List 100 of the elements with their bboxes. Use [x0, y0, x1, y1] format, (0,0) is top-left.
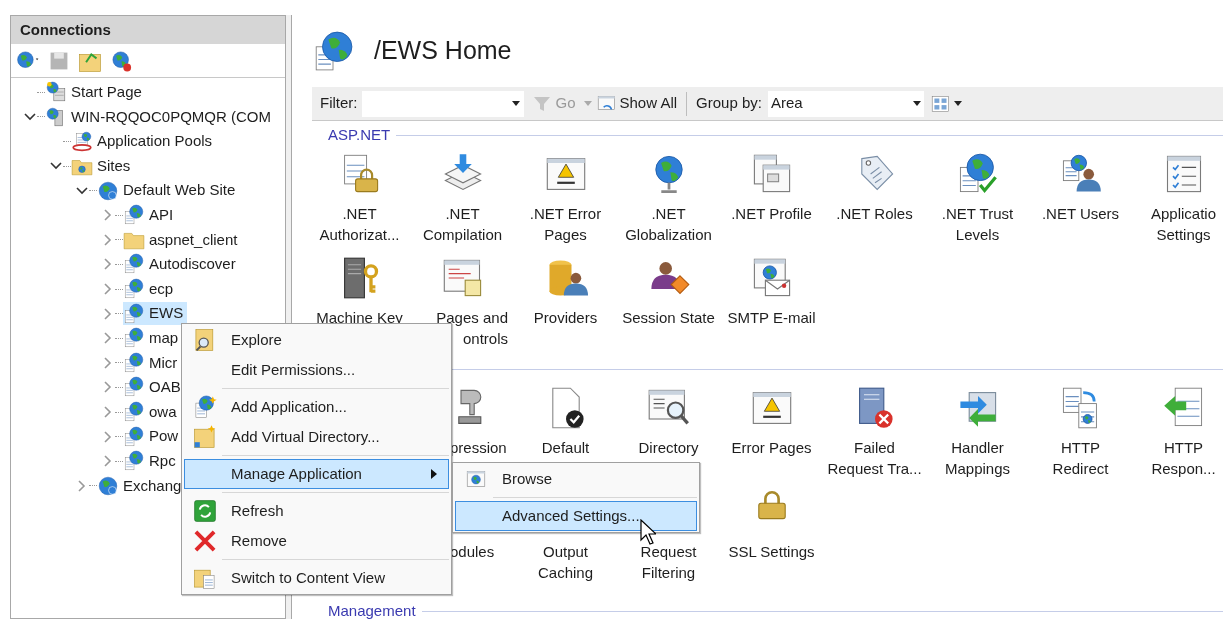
application-icon [123, 327, 145, 350]
application-icon [123, 204, 145, 227]
group-by-select[interactable]: Area [767, 90, 924, 117]
menu-item-label: Add Virtual Directory... [230, 426, 381, 447]
globe-document-icon [192, 394, 218, 420]
menu-item-label: Edit Permissions... [230, 359, 357, 380]
feature-label[interactable]: odules [450, 541, 495, 562]
feature-label[interactable]: HTTP Redirect [1052, 437, 1109, 479]
menu-item[interactable]: Remove [184, 526, 449, 556]
application-pool-icon [71, 130, 93, 153]
menu-item-label: Advanced Settings... [501, 505, 641, 526]
application-icon [123, 425, 145, 448]
tree-item[interactable]: WIN-RQQOC0PQMQR (COM [45, 105, 275, 129]
tree-item-label: aspnet_client [149, 229, 238, 250]
menu-item[interactable]: Add Virtual Directory... [184, 422, 449, 452]
feature-label[interactable]: Handler Mappings [944, 437, 1010, 479]
menu-item[interactable]: Manage Application [184, 459, 449, 489]
application-icon [123, 278, 145, 301]
remove-icon [192, 528, 218, 554]
start-page-icon [45, 81, 67, 104]
tree-item[interactable]: ecp [123, 277, 178, 301]
dropdown-caret-icon [912, 101, 921, 106]
tree-item-label: Micr [149, 352, 178, 373]
application-icon [123, 302, 145, 325]
page-title: /EWS Home [374, 35, 512, 67]
tree-item[interactable]: Exchang [97, 474, 186, 498]
globe-icon [97, 474, 119, 497]
tree-item[interactable]: aspnet_client [123, 228, 242, 252]
tree-item[interactable]: Rpc [123, 449, 180, 473]
feature-label[interactable]: SMTP E-mail [727, 307, 816, 328]
filter-label: Filter: [319, 93, 359, 114]
globe-icon [97, 179, 119, 202]
tree-item-label: Exchang [123, 475, 182, 496]
tree-item-label: Start Page [71, 82, 142, 103]
application-icon [123, 376, 145, 399]
feature-label[interactable]: Failed Request Tra... [827, 437, 922, 479]
feature-label[interactable]: .NET Profile [731, 203, 812, 224]
tree-item[interactable]: Micr [123, 351, 182, 375]
menu-item[interactable]: Advanced Settings... [455, 501, 697, 531]
dropdown-caret-icon [511, 101, 520, 106]
menu-item-label: Manage Application [230, 463, 363, 484]
feature-label[interactable]: .NET Users [1041, 203, 1120, 224]
tree-item-label: Rpc [149, 450, 176, 471]
browser-globe-icon [465, 468, 487, 490]
group-by-label: Group by: [696, 93, 763, 114]
menu-item[interactable]: Add Application... [184, 392, 449, 422]
tree-item[interactable]: API [123, 204, 178, 227]
application-icon [123, 351, 145, 374]
feature-label[interactable]: Session State [622, 307, 715, 328]
tree-item[interactable]: OAB [123, 376, 185, 399]
feature-label[interactable]: .NET Globalization [625, 203, 712, 245]
feature-label[interactable]: SSL Settings [728, 541, 815, 562]
feature-label[interactable]: Error Pages [731, 437, 812, 458]
menu-item-label: Refresh [230, 500, 285, 521]
feature-label[interactable]: Providers [533, 307, 598, 328]
menu-item-label: Browse [501, 468, 554, 489]
tree-item[interactable]: owa [123, 400, 181, 424]
tree-item-label: Sites [97, 155, 131, 176]
tree-item[interactable]: Application Pools [71, 130, 217, 153]
tree-item[interactable]: Start Page [45, 81, 146, 104]
feature-label[interactable]: .NET Roles [836, 203, 913, 224]
menu-item-label: Switch to Content View [230, 567, 386, 588]
feature-label[interactable]: Directory [638, 437, 699, 458]
tree-item[interactable]: map [123, 327, 183, 350]
menu-item-label: Explore [230, 329, 283, 350]
menu-item-label: Remove [230, 530, 288, 551]
tree-item-label: owa [149, 401, 177, 422]
tree-item-label: Autodiscover [149, 254, 236, 275]
menu-item[interactable]: Explore [184, 325, 449, 355]
tree-item[interactable]: Autodiscover [123, 253, 240, 276]
application-icon [123, 253, 145, 276]
feature-label[interactable]: Request Filtering [640, 541, 697, 583]
refresh-icon [192, 498, 218, 524]
tree-item[interactable]: EWS [123, 302, 188, 325]
menu-item[interactable]: Switch to Content View [184, 563, 449, 593]
feature-label[interactable]: .NET Trust Levels [941, 203, 1014, 245]
menu-item-label: Add Application... [230, 396, 348, 417]
application-icon [123, 401, 145, 423]
feature-label[interactable]: .NET Compilation [422, 203, 503, 245]
tree-item-label: WIN-RQQOC0PQMQR (COM [71, 106, 271, 127]
tree-item[interactable]: Sites [71, 154, 135, 178]
feature-label[interactable]: Applicatio Settings [1150, 203, 1216, 245]
tree-item[interactable]: Pow [123, 425, 183, 448]
tree-item-label: Pow [149, 426, 179, 447]
menu-item[interactable]: Edit Permissions... [184, 355, 449, 385]
show-all-button[interactable]: Show All [595, 92, 678, 115]
dropdown-caret-icon[interactable] [583, 101, 592, 106]
tree-item-label: ecp [149, 278, 174, 299]
feature-label[interactable]: HTTP Respon... [1151, 437, 1216, 479]
tree-item[interactable]: Default Web Site [97, 179, 240, 202]
feature-label[interactable]: .NET Error Pages [529, 203, 602, 245]
feature-label[interactable]: .NET Authorizat... [319, 203, 400, 245]
feature-label[interactable]: Default [541, 437, 590, 458]
tree-item-label: EWS [149, 303, 184, 324]
menu-item[interactable]: Refresh [184, 496, 449, 526]
menu-item[interactable]: Browse [455, 464, 697, 494]
tree-item-label: Application Pools [97, 131, 213, 152]
filter-field[interactable] [361, 90, 524, 117]
feature-label[interactable]: Output Caching [537, 541, 593, 583]
section-title: Management [328, 603, 416, 619]
